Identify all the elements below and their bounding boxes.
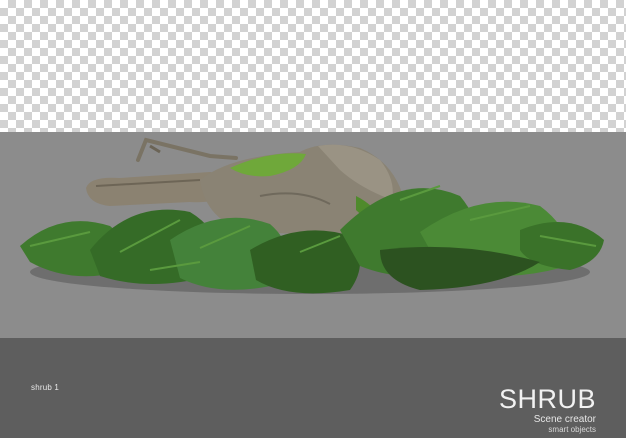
brand-tagline: smart objects (548, 425, 596, 434)
brand-block: SHRUB Scene creator smart objects (499, 386, 596, 434)
brand-title: SHRUB (498, 384, 596, 414)
brand-subtitle: Scene creator (533, 414, 596, 425)
shrub-rock-log-photo (20, 137, 604, 294)
caption-label: shrub 1 (31, 383, 60, 392)
